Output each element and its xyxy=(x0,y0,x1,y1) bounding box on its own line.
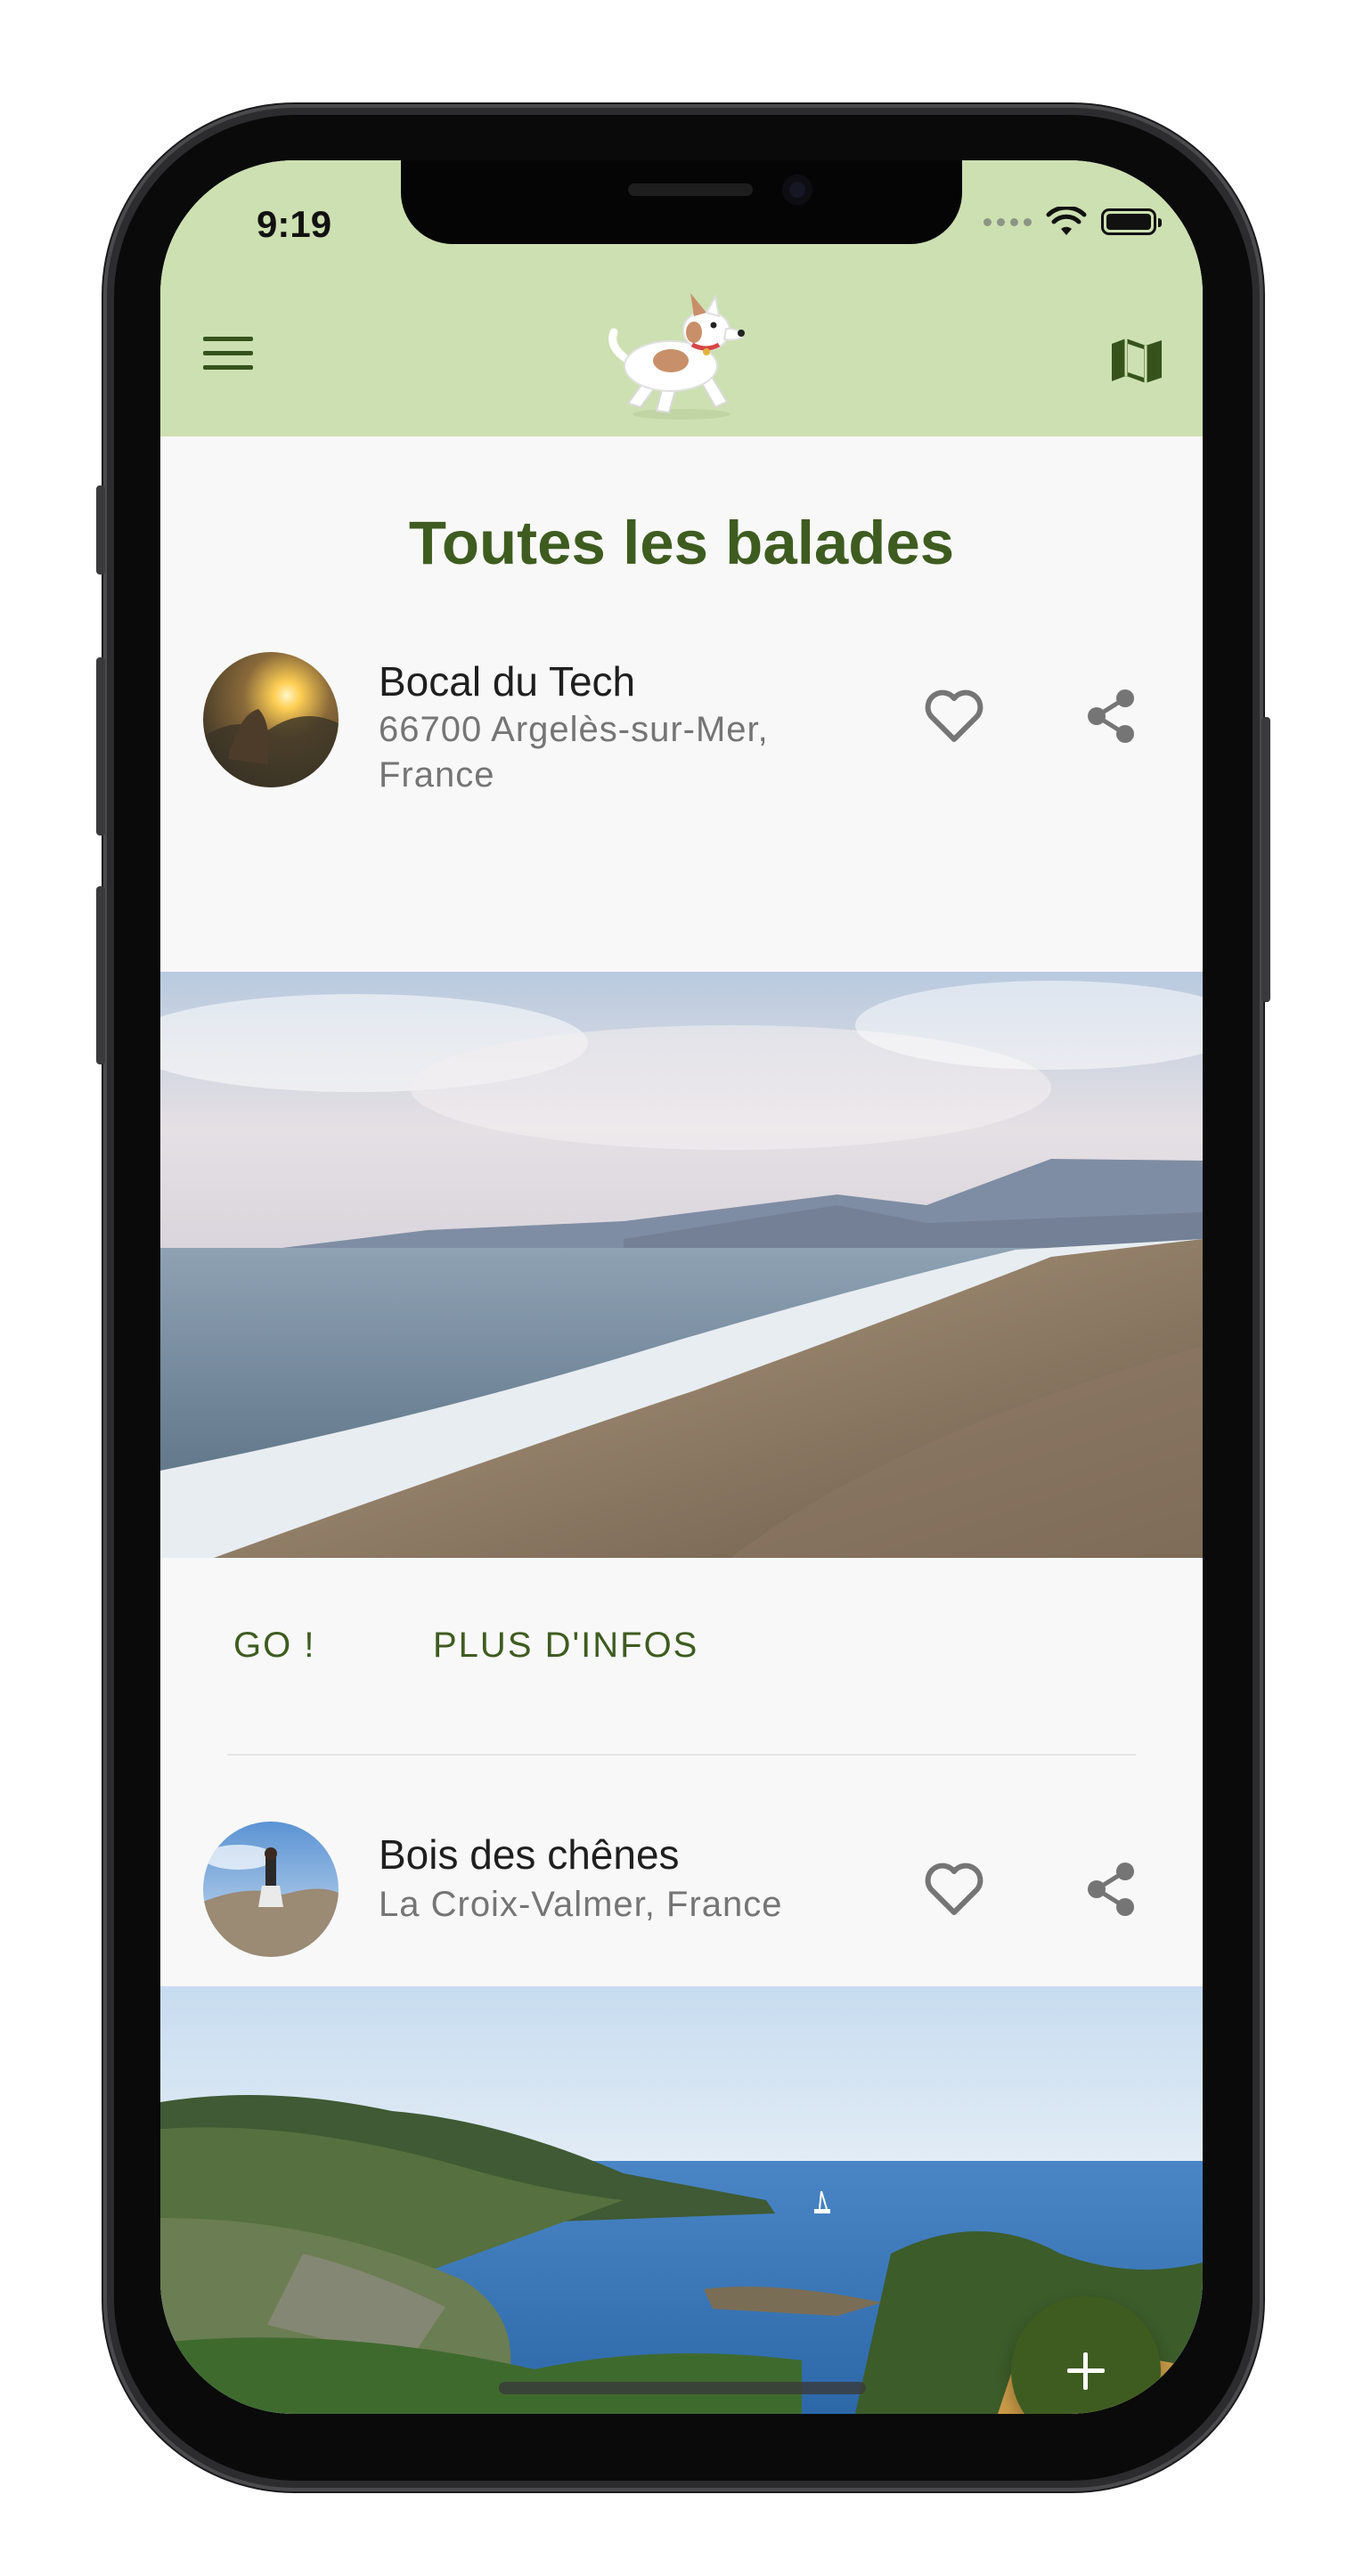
volume-down-button xyxy=(96,886,105,1064)
walks-list[interactable]: Toutes les balades Bocal du Tech 66700 A… xyxy=(160,436,1203,2414)
silent-switch xyxy=(96,485,105,575)
device-notch xyxy=(401,160,962,244)
avatar xyxy=(203,652,339,787)
share-button[interactable] xyxy=(1075,681,1147,752)
walk-photo[interactable] xyxy=(160,972,1203,1558)
share-icon xyxy=(1088,1863,1134,1916)
heart-outline-icon xyxy=(925,1863,983,1915)
go-button[interactable]: GO ! xyxy=(233,1626,315,1666)
walk-card-actions: GO ! PLUS D'INFOS xyxy=(160,1558,1203,1736)
walk-name: Bocal du Tech xyxy=(379,658,636,705)
status-icons xyxy=(983,207,1162,237)
walk-card-header[interactable]: Bois des chênes La Croix-Valmer, France xyxy=(160,1813,1203,1991)
share-icon xyxy=(1088,689,1134,743)
front-camera xyxy=(782,175,812,205)
menu-button[interactable] xyxy=(203,337,257,378)
walk-location: La Croix-Valmer, France xyxy=(379,1885,783,1924)
dog-logo xyxy=(608,293,745,420)
signal-dots-icon xyxy=(983,217,1032,226)
heart-outline-icon xyxy=(925,689,983,742)
battery-icon xyxy=(1101,208,1162,235)
volume-up-button xyxy=(96,657,105,836)
page-title: Toutes les balades xyxy=(408,509,955,577)
avatar xyxy=(203,1822,339,1957)
walk-location: 66700 Argelès-sur-Mer, France xyxy=(379,710,769,795)
power-button xyxy=(1261,717,1270,1002)
status-time: 9:19 xyxy=(257,203,332,245)
wifi-icon xyxy=(1046,207,1087,235)
favorite-button[interactable] xyxy=(918,1854,990,1925)
share-button[interactable] xyxy=(1075,1854,1147,1925)
app-bar: 9:19 xyxy=(160,160,1203,436)
earpiece-speaker xyxy=(628,183,753,196)
walk-name: Bois des chênes xyxy=(379,1831,680,1878)
phone-screen: 9:19 Toutes les balades Bocal du Tech 66… xyxy=(160,160,1203,2414)
map-icon[interactable] xyxy=(1108,333,1165,387)
walk-card-header[interactable]: Bocal du Tech 66700 Argelès-sur-Mer, Fra… xyxy=(160,643,1203,803)
more-info-button[interactable]: PLUS D'INFOS xyxy=(433,1626,698,1666)
plus-icon-vertical xyxy=(1083,2352,1088,2390)
divider xyxy=(227,1754,1136,1756)
favorite-button[interactable] xyxy=(918,681,990,752)
home-indicator[interactable] xyxy=(499,2382,866,2394)
